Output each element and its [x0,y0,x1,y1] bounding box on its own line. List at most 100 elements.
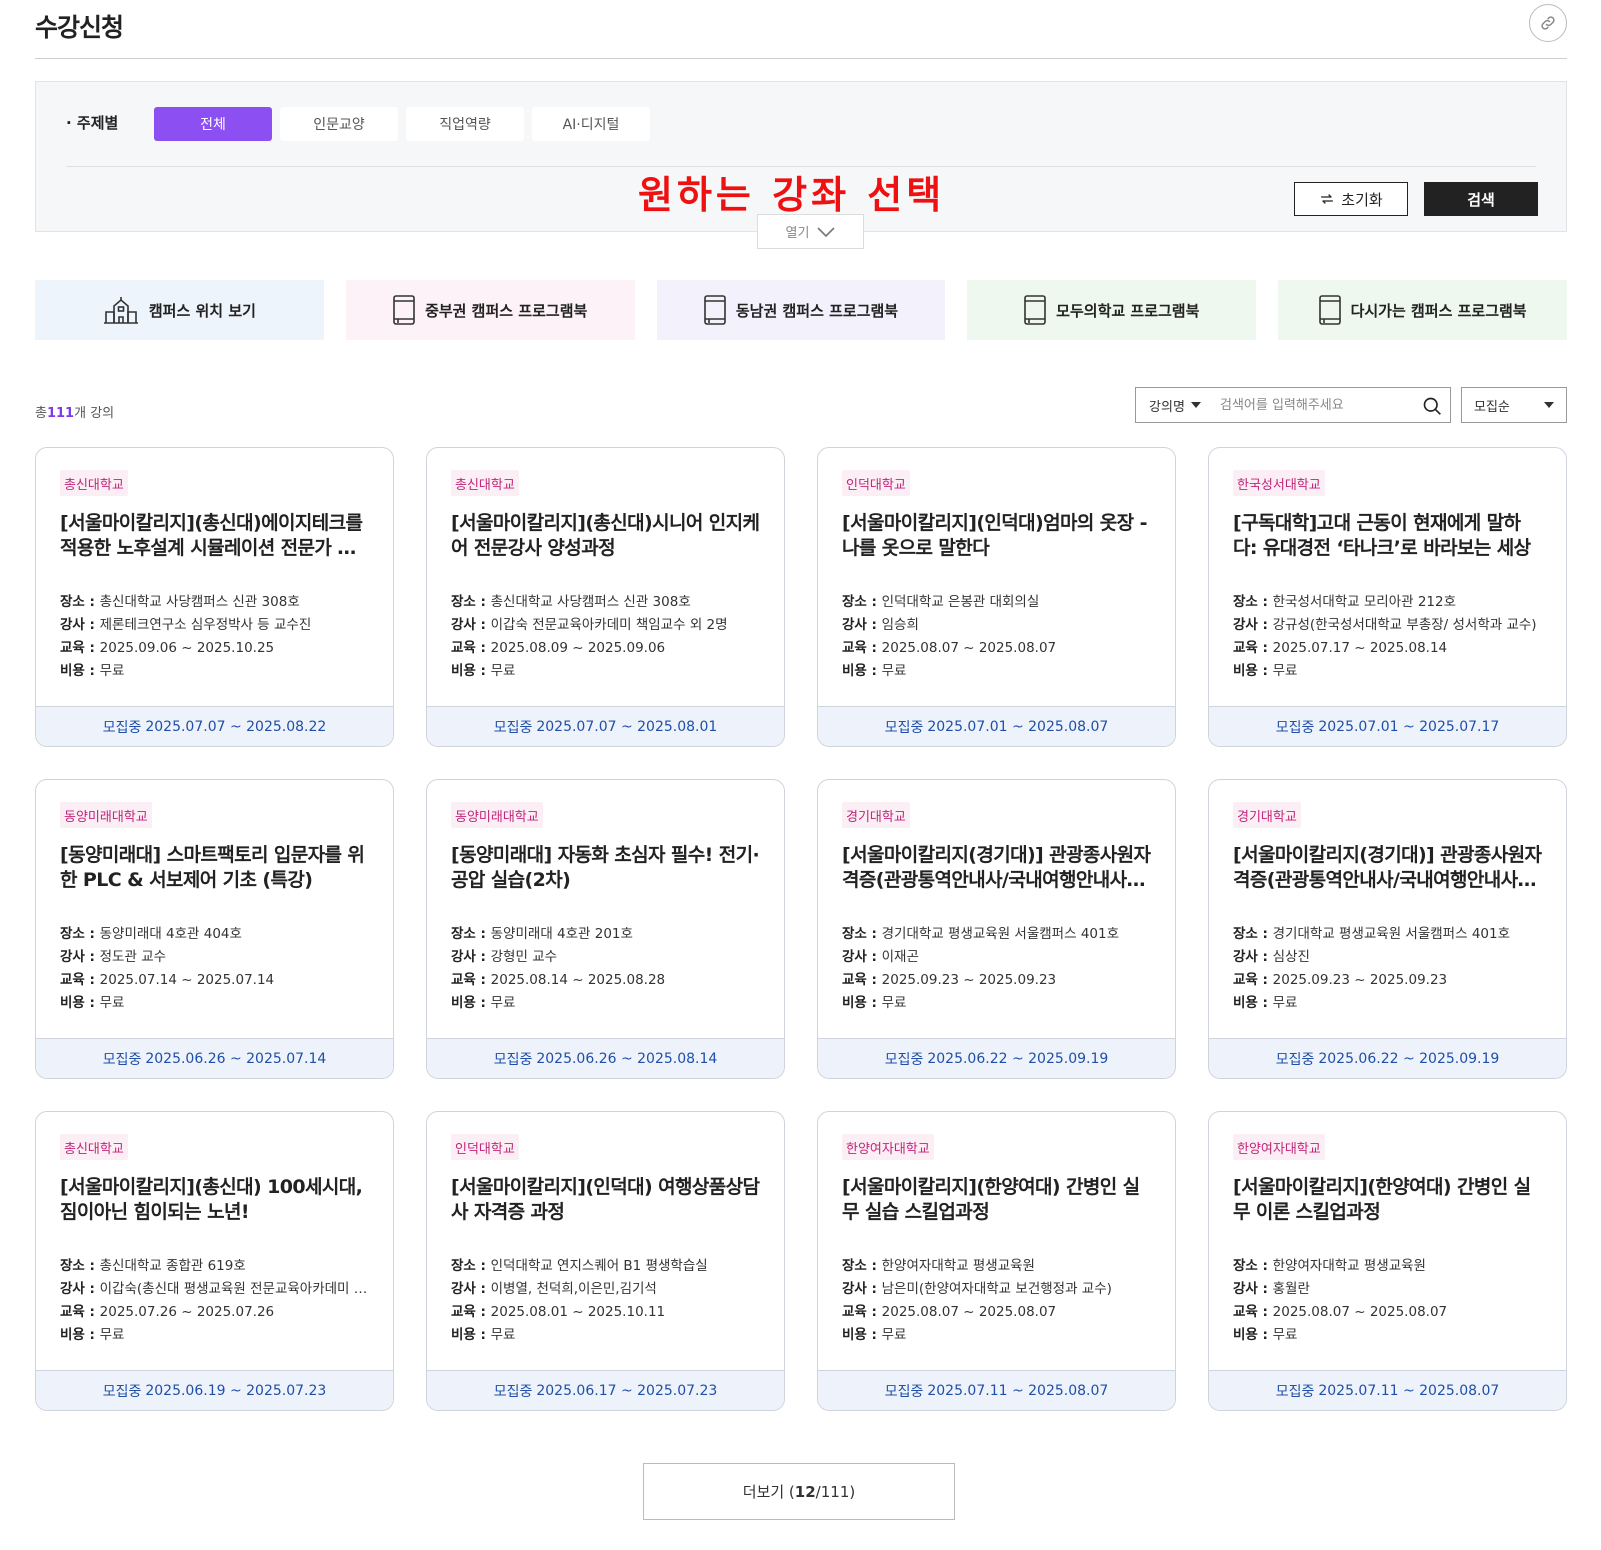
teacher-key: 강사 : [451,617,491,633]
teacher-key: 강사 : [60,1281,100,1297]
course-info: 장소 : 동양미래대 4호관 201호 강사 : 강형민 교수 교육 : 2025.… [451,923,763,1015]
tab-job-skills[interactable]: 직업역량 [406,107,524,141]
course-title[interactable]: [동양미래대] 스마트팩토리 입문자를 위한 PLC & 서보제어 기초 (특강… [60,843,370,893]
reset-button[interactable]: 초기화 [1294,182,1408,216]
annotation-overlay-text: 원하는 강좌 선택 [638,173,946,217]
course-card[interactable]: 경기대학교 [서울마이칼리지(경기대)] 관광종사원자격증(관광통역안내사/국내여… [1208,779,1567,1079]
revisit-campus-programbook-link[interactable]: 다시가는 캠퍼스 프로그램북 [1278,280,1567,340]
teacher-key: 강사 : [842,617,882,633]
load-more-button[interactable]: 더보기 (12/111) [643,1463,955,1520]
period-row: 교육 : 2025.07.14 ~ 2025.07.14 [60,969,372,992]
tab-humanities[interactable]: 인문교양 [280,107,398,141]
more-close: ) [849,1482,856,1501]
place-key: 장소 : [1233,594,1273,610]
course-title[interactable]: [동양미래대] 자동화 초심자 필수! 전기·공압 실습(2차) [451,843,761,893]
cost-value: 무료 [99,1327,125,1343]
teacher-row: 강사 : 홍월란 [1233,1278,1545,1301]
course-card[interactable]: 한양여자대학교 [서울마이칼리지](한양여대) 간병인 실무 이론 스킬업과정 장소… [1208,1111,1567,1411]
central-programbook-link[interactable]: 중부권 캠퍼스 프로그램북 [345,280,635,340]
period-row: 교육 : 2025.08.07 ~ 2025.08.07 [842,1301,1154,1324]
period-value: 2025.07.14 ~ 2025.07.14 [99,972,275,988]
course-info: 장소 : 한양여자대학교 평생교육원 강사 : 홍월란 교육 : 2025.08.0… [1233,1255,1545,1347]
search-field-select[interactable]: 강의명 [1136,388,1214,422]
teacher-value: 제론테크연구소 심우정박사 등 교수진 [99,617,312,633]
total-suffix: 개 강의 [74,406,115,421]
cost-value: 무료 [99,995,125,1011]
period-key: 교육 : [842,972,882,988]
search-field-label: 강의명 [1149,399,1185,415]
status-label: 모집중 [102,719,142,736]
cost-value: 무료 [490,1327,516,1343]
expand-label: 열기 [785,226,810,241]
southeast-programbook-link[interactable]: 동남권 캠퍼스 프로그램북 [656,280,946,340]
more-shown: 12 [794,1482,816,1501]
recruit-period: 2025.07.11 ~ 2025.08.07 [927,1382,1109,1399]
course-title[interactable]: [구독대학]고대 근동이 현재에게 말하다: 유대경전 ‘타나크’로 바라보는 … [1233,511,1543,561]
tab-ai-digital[interactable]: AI·디지털 [532,107,650,141]
place-value: 인덕대학교 연지스퀘어 B1 평생학습실 [490,1258,708,1274]
place-value: 동양미래대 4호관 201호 [490,926,633,942]
period-value: 2025.08.01 ~ 2025.10.11 [490,1304,666,1320]
course-card[interactable]: 동양미래대학교 [동양미래대] 스마트팩토리 입문자를 위한 PLC & 서보제어… [35,779,394,1079]
course-card[interactable]: 한국성서대학교 [구독대학]고대 근동이 현재에게 말하다: 유대경전 ‘타나크’… [1208,447,1567,747]
tab-all[interactable]: 전체 [154,107,272,141]
cost-key: 비용 : [451,995,491,1011]
place-row: 장소 : 동양미래대 4호관 404호 [60,923,372,946]
course-card[interactable]: 인덕대학교 [서울마이칼리지](인덕대)엄마의 옷장 - 나를 옷으로 말한다 장소… [817,447,1176,747]
sort-select[interactable]: 모집순 [1461,387,1567,423]
place-row: 장소 : 총신대학교 사당캠퍼스 신관 308호 [451,591,763,614]
course-title[interactable]: [서울마이칼리지](총신대) 100세시대, 짐이아닌 힘이되는 노년! [60,1175,370,1225]
place-row: 장소 : 경기대학교 평생교육원 서울캠퍼스 401호 [1233,923,1545,946]
course-title[interactable]: [서울마이칼리지](인덕대)엄마의 옷장 - 나를 옷으로 말한다 [842,511,1152,561]
recruit-status: 모집중 2025.07.11 ~ 2025.08.07 [818,1370,1175,1410]
course-card[interactable]: 총신대학교 [서울마이칼리지](총신대) 100세시대, 짐이아닌 힘이되는 노년… [35,1111,394,1411]
expand-filter-button[interactable]: 열기 [757,214,864,249]
reset-label: 초기화 [1341,190,1383,209]
course-card[interactable]: 동양미래대학교 [동양미래대] 자동화 초심자 필수! 전기·공압 실습(2차) 장… [426,779,785,1079]
status-label: 모집중 [493,719,533,736]
quick-link-label: 다시가는 캠퍼스 프로그램북 [1350,301,1527,320]
cost-key: 비용 : [451,1327,491,1343]
place-key: 장소 : [451,926,491,942]
search-button[interactable]: 검색 [1424,182,1538,216]
teacher-value: 정도관 교수 [99,949,167,965]
course-title[interactable]: [서울마이칼리지](한양여대) 간병인 실무 실습 스킬업과정 [842,1175,1152,1225]
course-info: 장소 : 동양미래대 4호관 404호 강사 : 정도관 교수 교육 : 2025.… [60,923,372,1015]
cost-value: 무료 [881,1327,907,1343]
everyone-school-programbook-link[interactable]: 모두의학교 프로그램북 [967,280,1257,340]
course-info: 장소 : 인덕대학교 연지스퀘어 B1 평생학습실 강사 : 이병열, 천덕희,이… [451,1255,763,1347]
period-value: 2025.08.07 ~ 2025.08.07 [881,640,1057,656]
status-label: 모집중 [102,1383,142,1400]
course-title[interactable]: [서울마이칼리지](총신대)시니어 인지케어 전문강사 양성과정 [451,511,761,561]
course-title[interactable]: [서울마이칼리지(경기대)] 관광종사원자격증(관광통역안내사/국내여행안내사)… [1233,843,1543,893]
course-title[interactable]: [서울마이칼리지(경기대)] 관광종사원자격증(관광통역안내사/국내여행안내사)… [842,843,1152,893]
place-key: 장소 : [1233,926,1273,942]
course-card[interactable]: 인덕대학교 [서울마이칼리지](인덕대) 여행상품상담사 자격증 과정 장소 : 인… [426,1111,785,1411]
teacher-key: 강사 : [842,1281,882,1297]
course-card[interactable]: 한양여자대학교 [서울마이칼리지](한양여대) 간병인 실무 실습 스킬업과정 장소… [817,1111,1176,1411]
course-card[interactable]: 총신대학교 [서울마이칼리지](총신대)에이지테크를 적용한 노후설계 시뮬레이션… [35,447,394,747]
recruit-status: 모집중 2025.07.01 ~ 2025.08.07 [818,706,1175,746]
cost-row: 비용 : 무료 [451,992,763,1015]
teacher-value: 이갑숙(총신대 평생교육원 전문교육아카데미 책임교수) [99,1281,372,1297]
period-value: 2025.09.23 ~ 2025.09.23 [881,972,1057,988]
share-link-button[interactable] [1529,4,1567,42]
place-value: 총신대학교 사당캠퍼스 신관 308호 [490,594,691,610]
cost-value: 무료 [1272,995,1298,1011]
teacher-value: 임승희 [881,617,919,633]
course-card[interactable]: 경기대학교 [서울마이칼리지(경기대)] 관광종사원자격증(관광통역안내사/국내여… [817,779,1176,1079]
caret-down-icon [1190,402,1201,408]
course-title[interactable]: [서울마이칼리지](한양여대) 간병인 실무 이론 스킬업과정 [1233,1175,1543,1225]
course-title[interactable]: [서울마이칼리지](총신대)에이지테크를 적용한 노후설계 시뮬레이션 전문가 … [60,511,370,561]
campus-location-link[interactable]: 캠퍼스 위치 보기 [35,280,324,340]
quick-link-label: 중부권 캠퍼스 프로그램북 [425,301,588,320]
teacher-row: 강사 : 이갑숙(총신대 평생교육원 전문교육아카데미 책임교수) [60,1278,372,1301]
search-submit-button[interactable] [1418,392,1446,420]
course-card[interactable]: 총신대학교 [서울마이칼리지](총신대)시니어 인지케어 전문강사 양성과정 장소 … [426,447,785,747]
recruit-status: 모집중 2025.06.17 ~ 2025.07.23 [427,1370,784,1410]
search-input[interactable] [1220,390,1410,420]
teacher-row: 강사 : 이재곤 [842,946,1154,969]
recruit-status: 모집중 2025.06.26 ~ 2025.08.14 [427,1038,784,1078]
teacher-key: 강사 : [842,949,882,965]
course-title[interactable]: [서울마이칼리지](인덕대) 여행상품상담사 자격증 과정 [451,1175,761,1225]
